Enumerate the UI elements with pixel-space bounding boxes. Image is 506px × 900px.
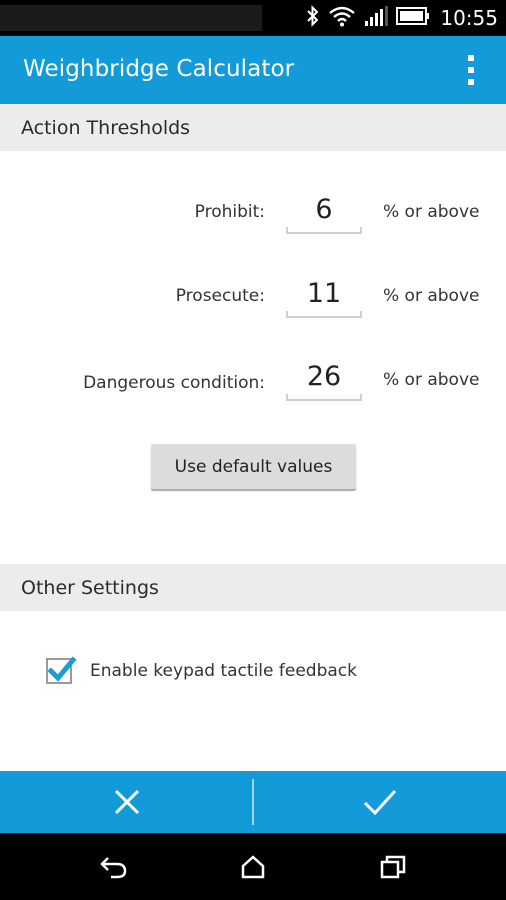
close-icon bbox=[114, 789, 139, 815]
prohibit-input[interactable]: 6 bbox=[286, 190, 362, 234]
prosecute-label: Prosecute: bbox=[175, 286, 265, 306]
back-button[interactable] bbox=[74, 833, 154, 900]
home-icon bbox=[241, 854, 265, 878]
prohibit-value: 6 bbox=[315, 194, 333, 225]
home-button[interactable] bbox=[213, 833, 293, 900]
status-icons: 10:55 bbox=[306, 0, 498, 36]
cancel-button[interactable] bbox=[0, 771, 253, 833]
section-title: Action Thresholds bbox=[21, 117, 191, 139]
checkmark-icon bbox=[47, 656, 77, 682]
app-title: Weighbridge Calculator bbox=[23, 56, 295, 82]
notification-area bbox=[0, 5, 262, 31]
dangerous-condition-value: 26 bbox=[306, 361, 342, 392]
status-bar: 10:55 bbox=[0, 0, 506, 36]
bluetooth-icon bbox=[306, 5, 320, 31]
prohibit-label: Prohibit: bbox=[194, 202, 265, 222]
battery-icon bbox=[396, 6, 430, 30]
confirm-button[interactable] bbox=[253, 771, 506, 833]
wifi-icon bbox=[328, 5, 356, 31]
prosecute-input[interactable]: 11 bbox=[286, 274, 362, 318]
recent-apps-button[interactable] bbox=[353, 833, 433, 900]
more-vertical-icon[interactable] bbox=[466, 55, 476, 85]
prosecute-value: 11 bbox=[306, 278, 342, 309]
section-title: Other Settings bbox=[21, 577, 159, 599]
checkmark-icon bbox=[363, 789, 396, 816]
tactile-feedback-label: Enable keypad tactile feedback bbox=[90, 661, 357, 681]
tactile-feedback-setting[interactable]: Enable keypad tactile feedback bbox=[46, 656, 357, 686]
section-header-thresholds: Action Thresholds bbox=[0, 104, 506, 151]
use-default-values-button[interactable]: Use default values bbox=[151, 444, 356, 489]
recent-apps-icon bbox=[380, 855, 406, 878]
back-icon bbox=[100, 856, 127, 878]
dangerous-condition-label: Dangerous condition: bbox=[83, 373, 265, 393]
signal-icon bbox=[364, 5, 389, 31]
bottom-action-bar bbox=[0, 771, 506, 833]
status-clock: 10:55 bbox=[440, 6, 498, 30]
prohibit-unit: % or above bbox=[383, 202, 480, 222]
dangerous-condition-unit: % or above bbox=[383, 370, 480, 390]
navigation-bar bbox=[0, 833, 506, 900]
dangerous-condition-input[interactable]: 26 bbox=[286, 357, 362, 401]
tactile-feedback-checkbox[interactable] bbox=[46, 656, 77, 684]
section-header-other-settings: Other Settings bbox=[0, 564, 506, 611]
prosecute-unit: % or above bbox=[383, 286, 480, 306]
action-bar: Weighbridge Calculator bbox=[0, 36, 506, 104]
